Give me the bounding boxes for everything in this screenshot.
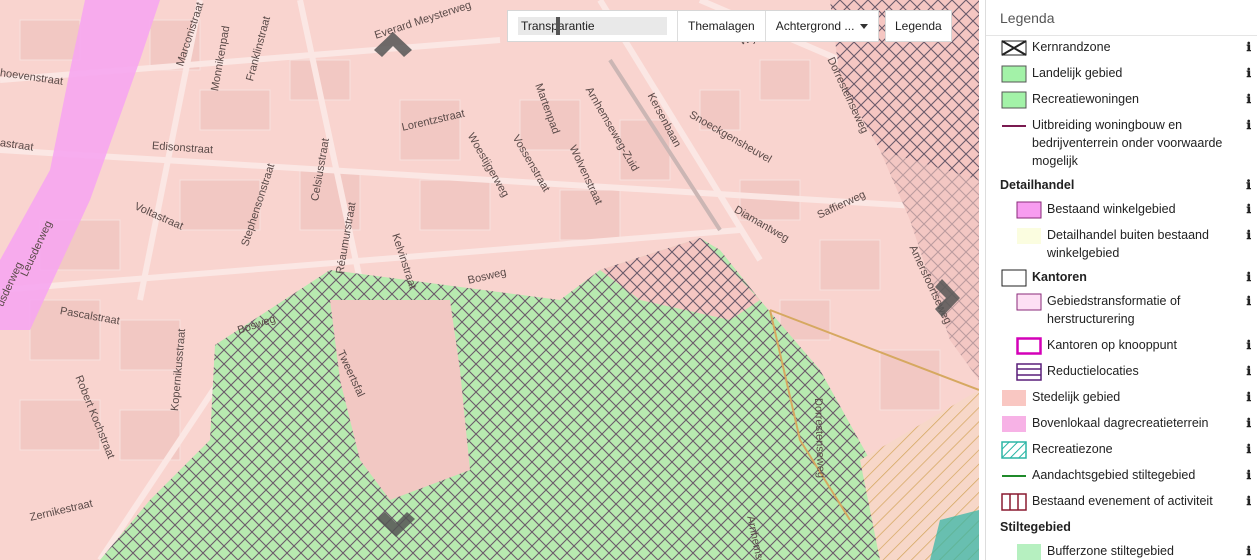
legend-item-aandachtsgebied: Aandachtsgebied stiltegebied ℹ [986,466,1257,492]
legend-item-label: Kernrandzone [1032,40,1111,54]
info-icon[interactable]: ℹ [1246,200,1251,218]
legend-item-label: Bovenlokaal dagrecreatieterrein [1032,416,1209,430]
legend-item-recreatiewoningen: Recreatiewoningen ℹ [986,90,1257,116]
info-icon[interactable]: ℹ [1246,388,1251,406]
achtergrond-dropdown[interactable]: Achtergrond ... [765,11,879,41]
pan-right-icon[interactable] [928,275,974,321]
bestaand-winkelgebied-swatch [1015,200,1043,220]
bestaand-evenement-swatch [1000,492,1028,512]
info-icon[interactable]: ℹ [1246,292,1251,310]
transparency-track[interactable]: Transparantie [518,17,667,35]
landelijk-gebied-swatch [1000,64,1028,84]
legend-title: Legenda [986,0,1257,36]
themalagen-label: Themalagen [688,19,755,33]
aandachtsgebied-swatch [1000,466,1028,486]
legend-item-stedelijk-gebied: Stedelijk gebied ℹ [986,388,1257,414]
gebiedstransformatie-swatch [1015,292,1043,312]
transparency-slider[interactable]: Transparantie [508,11,678,41]
legend-item-label: Kantoren op knooppunt [1047,338,1177,352]
info-icon[interactable]: ℹ [1246,542,1251,560]
info-icon[interactable]: ℹ [1246,414,1251,432]
legend-item-bovenlokaal: Bovenlokaal dagrecreatieterrein ℹ [986,414,1257,440]
legend-group-label: Stiltegebied [1000,520,1071,534]
legenda-button[interactable]: Legenda [885,10,952,42]
achtergrond-label: Achtergrond ... [775,19,855,33]
legend-item-detailhandel-buiten: Detailhandel buiten bestaand winkelgebie… [986,226,1257,268]
transparency-thumb[interactable] [556,17,560,35]
recreatiezone-swatch [1000,440,1028,460]
legend-item-label: Bestaand evenement of activiteit [1032,494,1213,508]
legend-item-label: Bufferzone stiltegebied [1047,544,1174,558]
legend-item-bufferzone: Bufferzone stiltegebied ℹ [986,542,1257,560]
legend-item-recreatiezone: Recreatiezone ℹ [986,440,1257,466]
legend-item-uitbreiding: Uitbreiding woningbouw en bedrijventerre… [986,116,1257,176]
info-icon[interactable]: ℹ [1246,336,1251,354]
map-toolbar: Transparantie Themalagen Achtergrond ... [507,10,880,42]
legend-item-label: Reductielocaties [1047,364,1139,378]
legend-group-detailhandel: Detailhandel ℹ [986,176,1257,200]
legend-item-label: Stedelijk gebied [1032,390,1121,404]
legend-group-label: Detailhandel [1000,178,1075,192]
pan-down-icon[interactable] [373,505,419,551]
legend-list: Kernrandzone ℹ Landelijk gebied ℹ Recrea… [986,36,1257,560]
info-icon[interactable]: ℹ [1246,116,1251,134]
pan-up-icon[interactable] [370,20,416,66]
info-icon[interactable]: ℹ [1246,90,1251,108]
legend-item-label: Kantoren [1032,270,1087,284]
map-view[interactable]: Everard Meysterweg Marconistraat Monnike… [0,0,979,560]
uitbreiding-swatch [1000,116,1028,136]
info-icon[interactable]: ℹ [1246,226,1251,244]
legend-item-label: Gebiedstransformatie of herstructurering [1047,294,1181,326]
kantoren-knooppunt-swatch [1015,336,1043,356]
legend-item-kernrandzone: Kernrandzone ℹ [986,38,1257,64]
legend-item-kantoren: Kantoren ℹ [986,268,1257,292]
bovenlokaal-swatch [1000,414,1028,434]
legend-item-label: Aandachtsgebied stiltegebied [1032,468,1196,482]
legend-item-bestaand-evenement: Bestaand evenement of activiteit ℹ [986,492,1257,518]
info-icon[interactable]: ℹ [1246,38,1251,56]
legend-item-label: Recreatiewoningen [1032,92,1140,106]
kantoren-swatch [1000,268,1028,288]
caret-down-icon [860,23,869,29]
recreatiewoningen-swatch [1000,90,1028,110]
legend-item-kantoren-knooppunt: Kantoren op knooppunt ℹ [986,336,1257,362]
legenda-button-label: Legenda [895,19,942,33]
stedelijk-gebied-swatch [1000,388,1028,408]
info-icon[interactable]: ℹ [1246,268,1251,286]
legend-item-label: Uitbreiding woningbouw en bedrijventerre… [1032,118,1223,168]
legend-item-label: Landelijk gebied [1032,66,1123,80]
info-icon[interactable]: ℹ [1246,466,1251,484]
info-icon[interactable]: ℹ [1246,492,1251,510]
info-icon[interactable]: ℹ [1246,64,1251,82]
legend-item-label: Bestaand winkelgebied [1047,202,1176,216]
legend-item-label: Detailhandel buiten bestaand winkelgebie… [1047,228,1209,260]
legend-item-bestaand-winkelgebied: Bestaand winkelgebied ℹ [986,200,1257,226]
legend-item-label: Recreatiezone [1032,442,1113,456]
reductielocaties-swatch [1015,362,1043,382]
info-icon[interactable]: ℹ [1246,176,1251,194]
legend-item-reductielocaties: Reductielocaties ℹ [986,362,1257,388]
themalagen-button[interactable]: Themalagen [678,11,766,41]
legend-panel: Legenda Kernrandzone ℹ Landelijk gebied … [985,0,1257,560]
detailhandel-buiten-swatch [1015,226,1043,246]
legend-item-gebiedstransformatie: Gebiedstransformatie of herstructurering… [986,292,1257,336]
legend-group-stiltegebied: Stiltegebied [986,518,1257,542]
info-icon[interactable]: ℹ [1246,362,1251,380]
legend-item-landelijk-gebied: Landelijk gebied ℹ [986,64,1257,90]
kernrandzone-swatch [1000,38,1028,58]
bufferzone-swatch [1015,542,1043,560]
info-icon[interactable]: ℹ [1246,440,1251,458]
